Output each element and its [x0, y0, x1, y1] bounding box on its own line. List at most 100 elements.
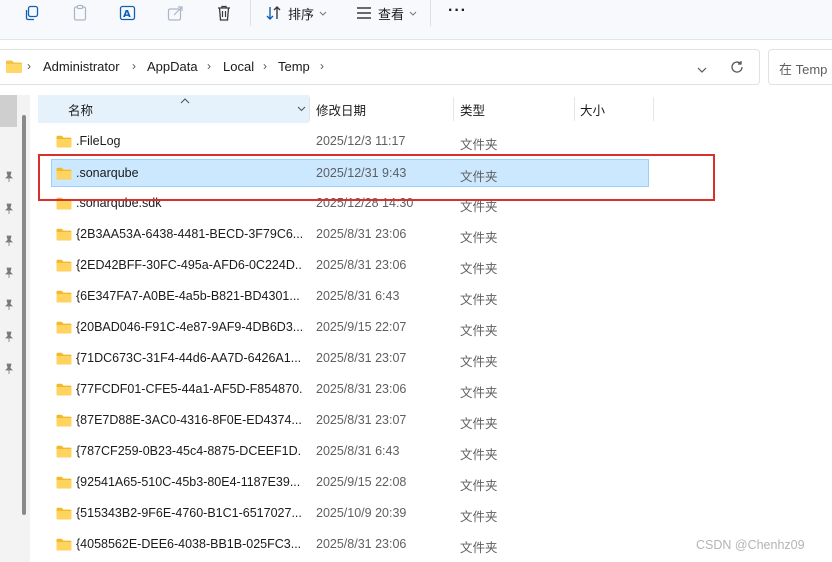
- file-type: 文件夹: [460, 541, 498, 555]
- address-bar[interactable]: › Administrator › AppData › Local › Temp…: [0, 49, 760, 85]
- delete-button[interactable]: [216, 4, 232, 22]
- file-type: 文件夹: [460, 386, 498, 400]
- copy-icon: [24, 5, 40, 21]
- svg-text:A: A: [123, 9, 131, 20]
- column-modified-label: 修改日期: [316, 103, 367, 118]
- copy-button[interactable]: [24, 4, 40, 22]
- pin-icon: [3, 171, 15, 183]
- file-date: 2025/8/31 23:07: [316, 413, 407, 427]
- column-header-name[interactable]: 名称: [38, 95, 309, 123]
- column-divider[interactable]: [453, 97, 454, 121]
- pin-icon: [3, 331, 15, 343]
- sort-icon: [266, 5, 282, 21]
- refresh-icon[interactable]: [730, 60, 744, 77]
- file-date: 2025/8/31 23:06: [316, 537, 407, 551]
- file-name: {77FCDF01-CFE5-44a1-AF5D-F854870...: [76, 382, 302, 396]
- file-date: 2025/12/3 11:17: [316, 134, 406, 148]
- file-name: {515343B2-9F6E-4760-B1C1-6517027...: [76, 506, 302, 520]
- file-type: 文件夹: [460, 417, 498, 431]
- view-list-icon: [356, 6, 372, 20]
- file-date: 2025/8/31 23:06: [316, 227, 407, 241]
- annotation-highlight-box: [38, 154, 715, 201]
- more-options-icon: ···: [448, 2, 467, 19]
- share-icon: [167, 4, 185, 22]
- rename-icon: A: [119, 4, 137, 22]
- breadcrumb-temp[interactable]: Temp: [278, 59, 310, 74]
- breadcrumb-administrator[interactable]: Administrator: [43, 59, 120, 74]
- file-date: 2025/8/31 6:43: [316, 289, 400, 303]
- chevron-right-icon[interactable]: ›: [132, 59, 136, 73]
- folder-icon: [56, 414, 72, 430]
- file-type: 文件夹: [460, 262, 498, 276]
- file-row[interactable]: {2ED42BFF-30FC-495a-AFD6-0C224D... 2025/…: [52, 250, 650, 281]
- name-column-filter-dropdown[interactable]: [294, 95, 309, 123]
- sort-button[interactable]: 排序: [266, 4, 327, 22]
- column-header: 名称 修改日期 类型 大小: [38, 95, 654, 123]
- breadcrumb-appdata[interactable]: AppData: [147, 59, 198, 74]
- file-row[interactable]: {4058562E-DEE6-4038-BB1B-025FC3... 2025/…: [52, 529, 650, 560]
- file-row[interactable]: {787CF259-0B23-45c4-8875-DCEEF1D... 2025…: [52, 436, 650, 467]
- file-type: 文件夹: [460, 293, 498, 307]
- paste-icon: [72, 4, 88, 22]
- file-row[interactable]: {515343B2-9F6E-4760-B1C1-6517027... 2025…: [52, 498, 650, 529]
- sort-ascending-icon: [180, 93, 190, 107]
- paste-button[interactable]: [72, 4, 88, 22]
- nav-selected-item[interactable]: [0, 95, 17, 127]
- column-divider[interactable]: [653, 97, 654, 121]
- file-name: {20BAD046-F91C-4e87-9AF9-4DB6D3...: [76, 320, 302, 334]
- file-date: 2025/8/31 23:06: [316, 382, 407, 396]
- file-row[interactable]: {92541A65-510C-45b3-80E4-1187E39... 2025…: [52, 467, 650, 498]
- view-button[interactable]: 查看: [356, 4, 417, 22]
- navigation-pane[interactable]: [0, 95, 30, 562]
- folder-icon: [56, 538, 72, 554]
- nav-scrollbar[interactable]: [22, 115, 26, 515]
- more-options-button[interactable]: ···: [448, 2, 467, 20]
- folder-icon: [56, 383, 72, 399]
- file-row[interactable]: {20BAD046-F91C-4e87-9AF9-4DB6D3... 2025/…: [52, 312, 650, 343]
- folder-icon: [56, 135, 72, 151]
- pin-icon: [3, 363, 15, 375]
- file-date: 2025/9/15 22:08: [316, 475, 407, 489]
- file-date: 2025/10/9 20:39: [316, 506, 407, 520]
- chevron-right-icon[interactable]: ›: [263, 59, 267, 73]
- toolbar-divider: [430, 0, 431, 26]
- file-name: .FileLog: [76, 134, 121, 148]
- folder-icon: [56, 507, 72, 523]
- column-header-size[interactable]: 大小: [580, 95, 605, 123]
- toolbar-divider: [250, 0, 251, 26]
- file-row[interactable]: {6E347FA7-A0BE-4a5b-B821-BD4301... 2025/…: [52, 281, 650, 312]
- watermark: CSDN @Chenhz09: [696, 538, 805, 552]
- file-row[interactable]: .FileLog 2025/12/3 11:17 文件夹: [52, 126, 650, 157]
- file-type: 文件夹: [460, 479, 498, 493]
- search-placeholder: 在 Temp 中搜索: [779, 62, 832, 77]
- rename-button[interactable]: A: [119, 4, 137, 22]
- file-row[interactable]: {87E7D88E-3AC0-4316-8F0E-ED4374... 2025/…: [52, 405, 650, 436]
- column-divider[interactable]: [574, 97, 575, 121]
- file-row[interactable]: {2B3AA53A-6438-4481-BECD-3F79C6... 2025/…: [52, 219, 650, 250]
- column-header-modified[interactable]: 修改日期: [316, 95, 366, 123]
- pin-icon: [3, 267, 15, 279]
- file-date: 2025/8/31 6:43: [316, 444, 400, 458]
- chevron-right-icon[interactable]: ›: [320, 59, 324, 73]
- column-size-label: 大小: [580, 103, 606, 118]
- pin-icon: [3, 299, 15, 311]
- folder-icon: [56, 476, 72, 492]
- folder-icon: [56, 321, 72, 337]
- file-row[interactable]: {77FCDF01-CFE5-44a1-AF5D-F854870... 2025…: [52, 374, 650, 405]
- column-divider[interactable]: [309, 97, 310, 121]
- file-type: 文件夹: [460, 448, 498, 462]
- pin-icon: [3, 235, 15, 247]
- address-history-dropdown[interactable]: [697, 63, 707, 77]
- share-button[interactable]: [167, 4, 185, 22]
- file-date: 2025/9/15 22:07: [316, 320, 407, 334]
- view-label: 查看: [378, 6, 405, 22]
- chevron-right-icon[interactable]: ›: [207, 59, 211, 73]
- column-header-type[interactable]: 类型: [460, 95, 485, 123]
- file-type: 文件夹: [460, 138, 498, 152]
- file-name: {4058562E-DEE6-4038-BB1B-025FC3...: [76, 537, 302, 551]
- address-row: › Administrator › AppData › Local › Temp…: [0, 40, 832, 95]
- file-row[interactable]: {71DC673C-31F4-44d6-AA7D-6426A1... 2025/…: [52, 343, 650, 374]
- breadcrumb-local[interactable]: Local: [223, 59, 254, 74]
- chevron-down-icon: [297, 106, 306, 112]
- search-input[interactable]: 在 Temp 中搜索: [768, 49, 832, 85]
